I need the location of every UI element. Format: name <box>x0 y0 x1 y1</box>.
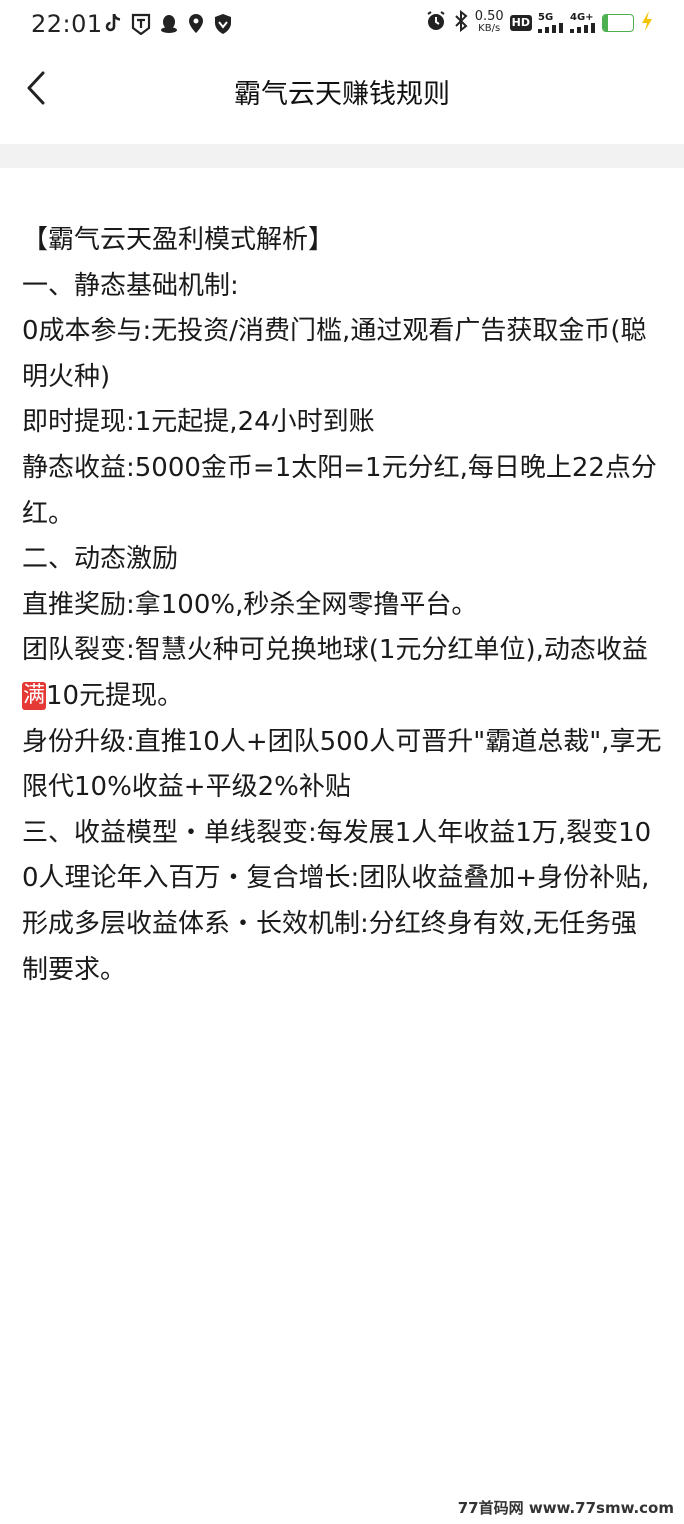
paragraph-direct-reward: 直推奖励:拿100%,秒杀全网零撸平台。 <box>22 589 478 620</box>
charging-bolt-icon <box>640 10 654 36</box>
rules-article: 【霸气云天盈利模式解析】 一、静态基础机制: 0成本参与:无投资/消费门槛,通过… <box>22 218 662 993</box>
status-system-icons: 0.50 KB/s HD 5G 4G+ 15 <box>425 9 654 36</box>
page-title: 霸气云天赚钱规则 <box>234 79 450 110</box>
network-speed-unit: KB/s <box>478 23 501 34</box>
site-watermark: 77首码网 www.77smw.com <box>457 1499 674 1517</box>
paragraph-income-model: 三、收益模型・单线裂变:每发展1人年收益1万,裂变100人理论年入百万・复合增长… <box>22 817 652 985</box>
section-title-static: 一、静态基础机制: <box>22 270 239 301</box>
status-time: 22:01 <box>31 10 103 38</box>
location-pin-icon <box>187 13 205 35</box>
paragraph-zero-cost: 0成本参与:无投资/消费门槛,通过观看广告获取金币(聪明火种) <box>22 316 647 392</box>
status-notification-icons <box>103 13 233 35</box>
battery-fill <box>603 15 608 31</box>
navigation-bar: 霸气云天赚钱规则 <box>0 52 684 144</box>
sim1-label: 4G+ <box>570 12 594 23</box>
paragraph-instant-withdraw: 即时提现:1元起提,24小时到账 <box>22 407 375 438</box>
paragraph-static-income: 静态收益:5000金币=1太阳=1元分红,每日晚上22点分红。 <box>22 452 657 529</box>
status-bar: 22:01 0.50 KB/s HD 5G 4G+ 15 <box>0 0 684 52</box>
t-app-icon <box>131 13 151 35</box>
paragraph-team-fission: 团队裂变:智慧火种可兑换地球(1元分红单位),动态收益满10元提现。 <box>22 628 662 719</box>
signal-5g-icon: 5G <box>538 13 564 33</box>
tiktok-icon <box>103 13 123 35</box>
team-fission-suffix: 10元提现。 <box>46 680 184 711</box>
full-badge: 满 <box>22 681 47 710</box>
section-title-dynamic: 二、动态激励 <box>22 544 179 575</box>
sim2-label: 5G <box>538 12 554 23</box>
signal-4g-icon: 4G+ <box>570 13 596 33</box>
battery-indicator: 15 <box>602 14 634 32</box>
article-heading: 【霸气云天盈利模式解析】 <box>22 225 335 255</box>
section-divider <box>0 144 684 168</box>
network-speed: 0.50 KB/s <box>474 9 504 35</box>
network-speed-value: 0.50 <box>474 9 504 24</box>
team-fission-text: 团队裂变:智慧火种可兑换地球(1元分红单位),动态收益 <box>22 635 648 666</box>
battery-level: 15 <box>609 16 627 30</box>
paragraph-identity-upgrade: 身份升级:直推10人+团队500人可晋升"霸道总裁",享无限代10%收益+平级2… <box>22 726 662 803</box>
alarm-icon <box>425 10 447 36</box>
bluetooth-icon <box>453 9 469 36</box>
qq-icon <box>159 13 179 35</box>
hd-badge: HD <box>509 15 532 31</box>
shield-icon <box>213 13 233 35</box>
rules-content-card: 【霸气云天盈利模式解析】 一、静态基础机制: 0成本参与:无投资/消费门槛,通过… <box>0 168 684 1524</box>
hd-label: HD <box>511 16 530 29</box>
